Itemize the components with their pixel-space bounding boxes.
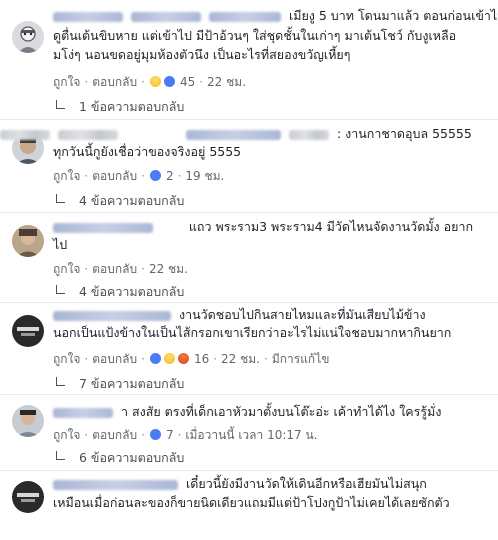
comment-line-2: นอกเป็นแป้งข้างในเป็นไส้กรอกเขาเรียกว่าอ…: [53, 325, 452, 340]
edited-label[interactable]: มีการแก้ไข: [272, 352, 330, 366]
comment-line-2: เหมือนเมื่อก่อนละของก็ขายนิดเดียวแถมมีแต…: [53, 495, 450, 510]
like-action[interactable]: ถูกใจ: [53, 169, 80, 183]
replies-label: 4 ข้อความตอบกลับ: [79, 284, 185, 299]
comment-line-1: า สงสัย ตรงที่เด็กเอาหัวมาตั้งบนโต๊ะอ่ะ …: [120, 404, 442, 419]
comment-line-1: แถว พระราม3 พระราม4 มีวัดไหนจัดงานวัดมั้…: [188, 219, 474, 234]
comment-line-1: งานวัดชอบไปกินสายไหมและที่มันเสียบไม้ข้า…: [178, 307, 426, 322]
divider: [0, 470, 498, 471]
comment-line-2: ทุกวันนี้กูยังเชื่อว่าของจริงอยู่ 5555: [53, 144, 242, 159]
view-replies-link[interactable]: 7 ข้อความตอบกลับ: [56, 376, 184, 392]
like-action[interactable]: ถูกใจ: [53, 428, 80, 442]
divider: [0, 302, 498, 303]
timestamp[interactable]: เมื่อวานนี้ เวลา 10:17 น.: [185, 428, 317, 442]
author-name[interactable]: [53, 310, 171, 321]
divider: [0, 394, 498, 395]
replies-label: 1 ข้อความตอบกลับ: [79, 99, 185, 114]
reply-action[interactable]: ตอบกลับ: [92, 169, 137, 183]
comment-text: เดี๋ยวนี้ยังมีงานวัดให้เดินอีกหรือเฮียมั…: [53, 474, 427, 494]
comment-line-1: เมียงู 5 บาท โดนมาแล้ว ตอนก่อนเข้าไป: [288, 8, 498, 23]
like-action[interactable]: ถูกใจ: [53, 352, 80, 366]
replies-label: 6 ข้อความตอบกลับ: [79, 450, 185, 465]
avatar[interactable]: [12, 21, 44, 53]
comment-text: : งานกาชาดอุบล 55555: [0, 124, 472, 144]
haha-reaction-icon[interactable]: [162, 352, 176, 365]
author-name[interactable]: [53, 407, 113, 418]
reply-arrow-icon: [56, 100, 65, 109]
comment-text: แถว พระราม3 พระราม4 มีวัดไหนจัดงานวัดมั้…: [53, 217, 473, 237]
reaction-count[interactable]: 2: [166, 169, 174, 183]
reaction-count[interactable]: 45: [180, 75, 195, 89]
avatar[interactable]: [12, 405, 44, 437]
haha-reaction-icon[interactable]: [148, 75, 162, 88]
comment-actions: ถูกใจ · ตอบกลับ · 2 · 19 ชม.: [53, 169, 225, 183]
reply-arrow-icon: [56, 451, 65, 460]
comment-text: า สงสัย ตรงที่เด็กเอาหัวมาตั้งบนโต๊ะอ่ะ …: [53, 402, 441, 422]
author-name[interactable]: [185, 129, 281, 140]
view-replies-link[interactable]: 6 ข้อความตอบกลับ: [56, 450, 184, 466]
like-action[interactable]: ถูกใจ: [53, 262, 80, 276]
reply-arrow-icon: [56, 377, 65, 386]
reply-action[interactable]: ตอบกลับ: [92, 352, 137, 366]
reply-arrow-icon: [56, 285, 65, 294]
comment-line-3: มโง่ๆ นอนขดอยู่มุมห้องตัวนึง เป็นอะไรที่…: [53, 47, 351, 62]
comment-line-2: ดูตื่นเต้นขิบหาย แต่เข้าไป มีป้าอ้วนๆ ใส…: [53, 28, 457, 43]
view-replies-link[interactable]: 1 ข้อความตอบกลับ: [56, 99, 184, 115]
like-reaction-icon[interactable]: [148, 352, 162, 365]
timestamp[interactable]: 22 ชม.: [221, 352, 260, 366]
replies-label: 7 ข้อความตอบกลับ: [79, 376, 185, 391]
avatar[interactable]: [12, 481, 44, 513]
divider: [0, 119, 498, 120]
reply-arrow-icon: [56, 194, 65, 203]
reaction-count[interactable]: 16: [194, 352, 209, 366]
reaction-count[interactable]: 7: [166, 428, 174, 442]
reply-action[interactable]: ตอบกลับ: [92, 262, 137, 276]
avatar[interactable]: [12, 315, 44, 347]
comment-thread: เมียงู 5 บาท โดนมาแล้ว ตอนก่อนเข้าไป ดูต…: [0, 0, 498, 540]
like-reaction-icon[interactable]: [148, 169, 162, 182]
author-name[interactable]: [53, 11, 123, 22]
angry-reaction-icon[interactable]: [176, 352, 190, 365]
timestamp[interactable]: 22 ชม.: [149, 262, 188, 276]
comment-line-2: ไป: [53, 237, 68, 252]
comment-text: เมียงู 5 บาท โดนมาแล้ว ตอนก่อนเข้าไป: [53, 6, 498, 26]
comment-actions: ถูกใจ · ตอบกลับ · 16 · 22 ชม. · มีการแก้ไข: [53, 352, 330, 366]
view-replies-link[interactable]: 4 ข้อความตอบกลับ: [56, 193, 184, 209]
like-reaction-icon[interactable]: [162, 75, 176, 88]
divider: [0, 212, 498, 213]
comment-line-1: : งานกาชาดอุบล 55555: [336, 126, 472, 141]
author-name[interactable]: [53, 222, 153, 233]
comment-line-1: เดี๋ยวนี้ยังมีงานวัดให้เดินอีกหรือเฮียมั…: [185, 476, 427, 491]
view-replies-link[interactable]: 4 ข้อความตอบกลับ: [56, 284, 184, 300]
timestamp[interactable]: 19 ชม.: [185, 169, 224, 183]
author-name[interactable]: [53, 479, 178, 490]
comment-actions: ถูกใจ · ตอบกลับ · 7 · เมื่อวานนี้ เวลา 10:17 น…: [53, 428, 318, 442]
like-reaction-icon[interactable]: [148, 428, 162, 441]
comment-actions: ถูกใจ · ตอบกลับ · 22 ชม.: [53, 262, 188, 276]
comment-actions: ถูกใจ · ตอบกลับ · 45 · 22 ชม.: [53, 75, 246, 89]
reply-action[interactable]: ตอบกลับ: [92, 75, 137, 89]
timestamp[interactable]: 22 ชม.: [207, 75, 246, 89]
avatar[interactable]: [12, 225, 44, 257]
replies-label: 4 ข้อความตอบกลับ: [79, 193, 185, 208]
reply-action[interactable]: ตอบกลับ: [92, 428, 137, 442]
like-action[interactable]: ถูกใจ: [53, 75, 80, 89]
comment-text: งานวัดชอบไปกินสายไหมและที่มันเสียบไม้ข้า…: [53, 305, 426, 325]
